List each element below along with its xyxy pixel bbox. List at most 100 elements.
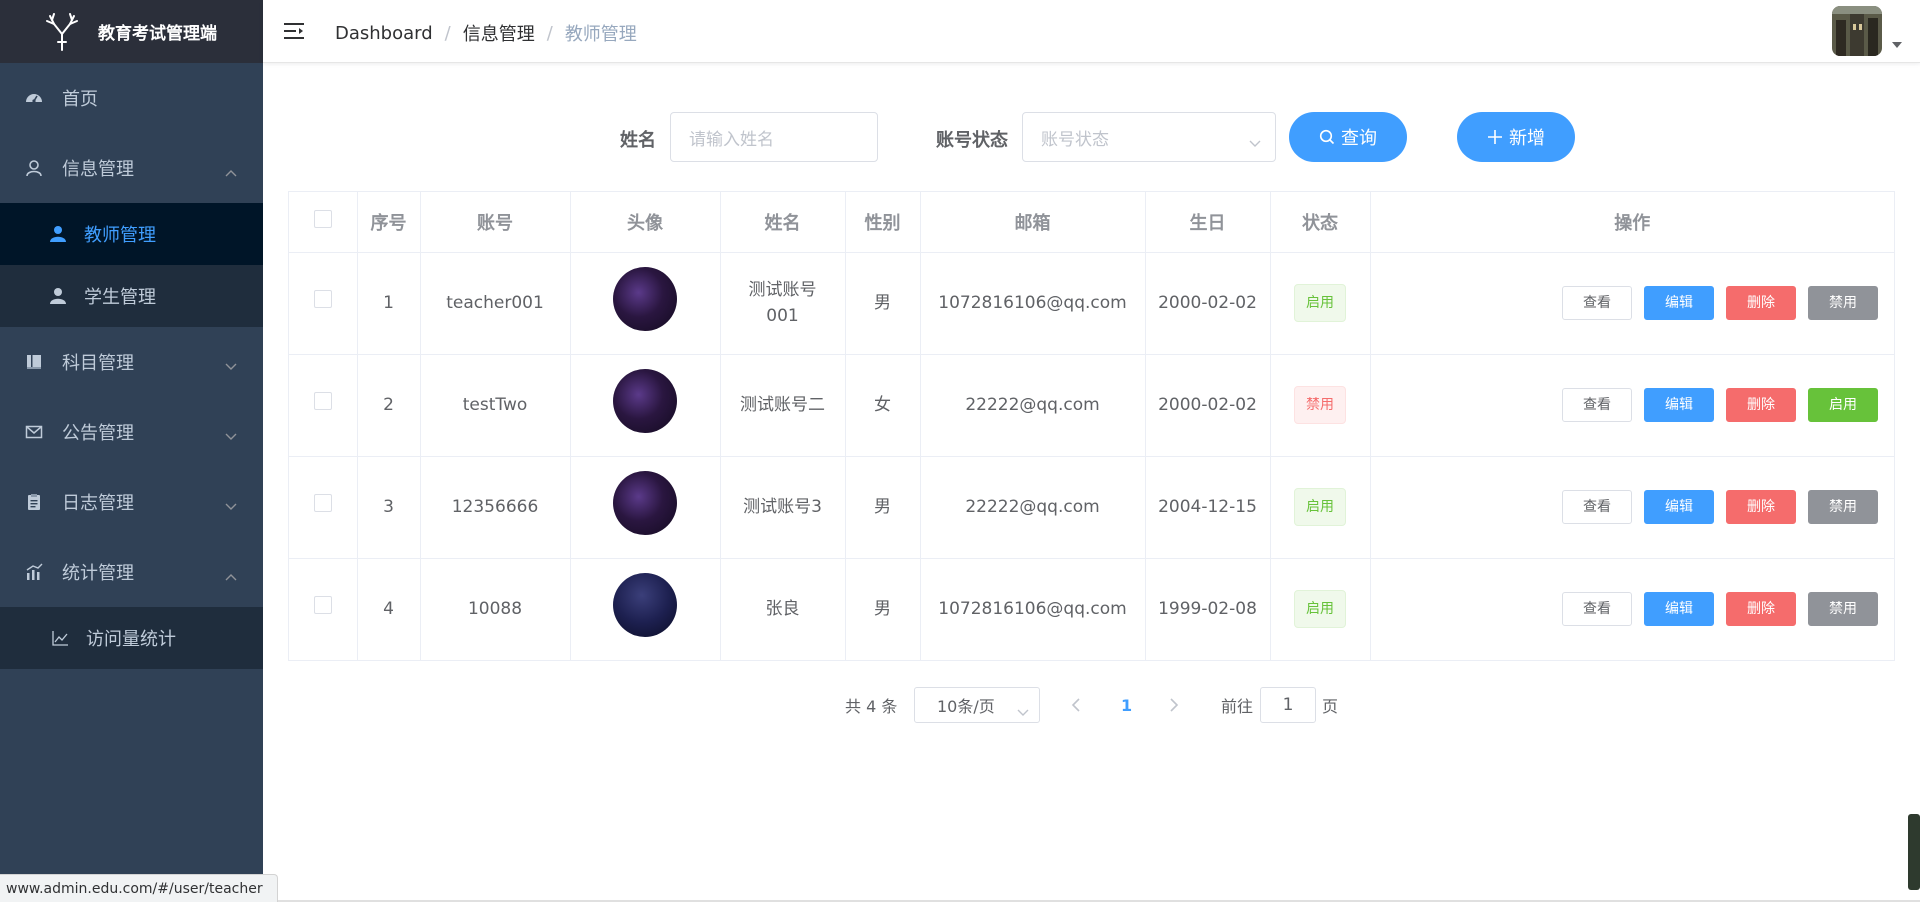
name-cell: 张良: [720, 558, 846, 660]
sidebar-item-label: 学生管理: [84, 287, 156, 308]
disable-button[interactable]: 禁用: [1808, 286, 1878, 320]
goto-suffix: 页: [1322, 697, 1339, 716]
view-button[interactable]: 查看: [1562, 592, 1632, 627]
delete-button[interactable]: 删除: [1726, 592, 1796, 627]
name-search-input[interactable]: 请输入姓名: [670, 112, 878, 162]
query-button-label: 查询: [1341, 128, 1377, 149]
sidebar-item-log-management[interactable]: 日志管理: [0, 467, 263, 537]
chevron-up-icon: [225, 161, 237, 182]
column-header: 邮箱: [920, 192, 1146, 253]
disable-button[interactable]: 禁用: [1808, 490, 1878, 524]
goto-page-wrapper: 1: [1260, 687, 1316, 723]
sidebar-item-home[interactable]: 首页: [0, 63, 263, 133]
status-badge: 启用: [1294, 488, 1346, 526]
search-form: 姓名 请输入姓名 账号状态 账号状态 查询 新增: [263, 112, 1920, 164]
app-root: 教育考试管理端 首页 信息管理 教师管理 学生管理 科目管理 公告管理 日志管理…: [0, 0, 1920, 902]
line-chart-icon: [50, 628, 70, 648]
edit-button[interactable]: 编辑: [1644, 592, 1714, 627]
add-button[interactable]: 新增: [1457, 112, 1575, 162]
breadcrumb-separator: /: [444, 22, 451, 44]
sidebar-item-label: 日志管理: [62, 493, 134, 514]
view-button[interactable]: 查看: [1562, 286, 1632, 320]
select-all-checkbox[interactable]: [313, 210, 332, 229]
enable-button[interactable]: 启用: [1808, 388, 1878, 422]
app-title: 教育考试管理端: [98, 24, 217, 44]
sidebar-item-statistics-management[interactable]: 统计管理: [0, 537, 263, 607]
sidebar-item-student-management[interactable]: 学生管理: [0, 265, 263, 327]
account-cell: 10088: [420, 558, 571, 660]
gender-cell: 男: [845, 252, 921, 355]
query-button[interactable]: 查询: [1289, 112, 1407, 162]
hamburger-menu-icon[interactable]: [283, 20, 305, 42]
chart-icon: [24, 562, 44, 582]
sidebar-item-notice-management[interactable]: 公告管理: [0, 397, 263, 467]
page-size-select[interactable]: 10条/页: [914, 687, 1040, 723]
delete-button[interactable]: 删除: [1726, 490, 1796, 524]
email-cell: 22222@qq.com: [920, 354, 1146, 457]
chevron-down-icon: [225, 355, 237, 376]
row-avatar: [613, 267, 677, 331]
status-cell: 启用: [1270, 456, 1371, 559]
sidebar-item-info-management[interactable]: 信息管理: [0, 133, 263, 203]
chevron-down-icon: [1017, 702, 1029, 721]
disable-button[interactable]: 禁用: [1808, 592, 1878, 627]
account-cell: 12356666: [420, 456, 571, 559]
logo-area[interactable]: 教育考试管理端: [0, 0, 263, 63]
delete-button[interactable]: 删除: [1726, 286, 1796, 320]
view-button[interactable]: 查看: [1562, 490, 1632, 524]
account-cell: testTwo: [420, 354, 571, 457]
sidebar-item-label: 首页: [62, 89, 98, 110]
user-solid-icon: [48, 286, 68, 306]
avatar-cell: [570, 558, 721, 660]
index-cell: 2: [357, 354, 421, 457]
edit-button[interactable]: 编辑: [1644, 490, 1714, 524]
view-button[interactable]: 查看: [1562, 388, 1632, 422]
sidebar-item-label: 统计管理: [62, 563, 134, 584]
side-widget[interactable]: [1908, 814, 1920, 890]
row-select-cell: [289, 558, 358, 660]
row-checkbox[interactable]: [313, 392, 332, 410]
delete-button[interactable]: 删除: [1726, 388, 1796, 422]
gender-cell: 男: [845, 558, 921, 660]
browser-status-bar: www.admin.edu.com/#/user/teacher: [0, 874, 278, 902]
submenu-info-management: 教师管理 学生管理: [0, 203, 263, 327]
sidebar-item-subject-management[interactable]: 科目管理: [0, 327, 263, 397]
status-cell: 启用: [1270, 252, 1371, 355]
breadcrumb-item-dashboard[interactable]: Dashboard: [335, 23, 433, 44]
row-checkbox[interactable]: [313, 290, 332, 308]
table-row: 4 10088 张良 男 1072816106@qq.com 1999-02-0…: [289, 558, 1894, 660]
user-icon: [24, 158, 44, 178]
page-number-current[interactable]: 1: [1121, 687, 1132, 723]
gender-cell: 女: [845, 354, 921, 457]
status-badge: 禁用: [1294, 386, 1346, 424]
sidebar-item-visit-statistics[interactable]: 访问量统计: [0, 607, 263, 669]
sidebar-item-label: 教师管理: [84, 225, 156, 246]
column-header: 姓名: [720, 192, 846, 253]
table-row: 2 testTwo 测试账号二 女 22222@qq.com 2000-02-0…: [289, 354, 1894, 457]
plus-icon: [1487, 129, 1503, 145]
user-avatar[interactable]: [1832, 6, 1882, 56]
edit-button[interactable]: 编辑: [1644, 286, 1714, 320]
chevron-down-icon: [1249, 133, 1261, 153]
sidebar-item-label: 公告管理: [62, 423, 134, 444]
avatar-cell: [570, 354, 721, 457]
caret-down-icon[interactable]: [1892, 42, 1902, 48]
dashboard-icon: [24, 88, 44, 108]
table-row: 1 teacher001 测试账号001 男 1072816106@qq.com…: [289, 252, 1894, 355]
row-checkbox[interactable]: [313, 494, 332, 512]
goto-page-input[interactable]: 1: [1260, 687, 1316, 723]
sidebar-item-teacher-management[interactable]: 教师管理: [0, 203, 263, 265]
prev-page-icon[interactable]: [1071, 687, 1081, 723]
row-checkbox[interactable]: [313, 596, 332, 615]
edit-button[interactable]: 编辑: [1644, 388, 1714, 422]
sidebar-item-label: 信息管理: [62, 159, 134, 180]
breadcrumb-item-info-management[interactable]: 信息管理: [463, 20, 535, 46]
search-icon: [1319, 129, 1335, 145]
chevron-down-icon: [225, 425, 237, 446]
next-page-icon[interactable]: [1169, 687, 1179, 723]
status-select[interactable]: 账号状态: [1022, 112, 1276, 162]
chevron-down-icon: [225, 495, 237, 516]
pagination-total: 共 4 条: [845, 697, 898, 716]
breadcrumb: Dashboard / 信息管理 / 教师管理: [335, 20, 637, 46]
column-header: 头像: [570, 192, 721, 253]
